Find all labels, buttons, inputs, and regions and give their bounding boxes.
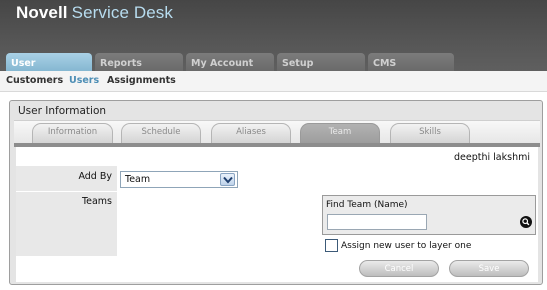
brand-secondary: Service Desk [71, 3, 173, 22]
add-by-label-cell: Add By [16, 166, 117, 191]
tab-aliases[interactable]: Aliases [211, 123, 291, 143]
panel-title: User Information [18, 105, 107, 117]
app-header: Novell Service Desk User Reports My Accou… [0, 0, 547, 71]
tab-team[interactable]: Team [300, 123, 380, 143]
search-icon[interactable] [520, 216, 532, 228]
find-team-label: Find Team (Name) [326, 200, 408, 210]
save-button[interactable]: Save [449, 260, 529, 277]
brand-primary: Novell [16, 3, 68, 22]
sub-navigation: Customers Users Assignments [0, 71, 547, 92]
find-team-box: Find Team (Name) [322, 195, 536, 235]
page: Novell Service Desk User Reports My Accou… [0, 0, 547, 290]
add-by-select[interactable]: Team [120, 171, 238, 188]
find-team-input[interactable] [327, 214, 427, 230]
subnav-users[interactable]: Users [69, 75, 99, 86]
cancel-button[interactable]: Cancel [359, 260, 439, 277]
nav-tab-user[interactable]: User [6, 53, 92, 71]
brand-logo: Novell Service Desk [16, 3, 173, 23]
team-form: deepthi lakshmi Add By Teams Team Find T… [16, 147, 538, 282]
tab-skills[interactable]: Skills [390, 123, 470, 143]
user-name: deepthi lakshmi [454, 152, 530, 163]
assign-layer-label: Assign new user to layer one [341, 241, 472, 251]
add-by-label: Add By [78, 171, 112, 182]
subnav-assignments[interactable]: Assignments [107, 75, 176, 86]
teams-label: Teams [81, 196, 112, 207]
tab-information[interactable]: Information [32, 123, 113, 143]
nav-tab-setup[interactable]: Setup [277, 53, 365, 71]
chevron-down-icon [223, 176, 233, 184]
teams-label-cell: Teams [16, 192, 117, 256]
add-by-selected-value: Team [125, 174, 151, 185]
user-information-panel: User Information Information Schedule Al… [9, 100, 543, 285]
nav-tab-cms[interactable]: CMS [368, 53, 454, 71]
subnav-customers[interactable]: Customers [6, 75, 63, 86]
tab-schedule[interactable]: Schedule [121, 123, 201, 143]
assign-layer-checkbox[interactable] [325, 239, 338, 252]
nav-tab-reports[interactable]: Reports [95, 53, 183, 71]
nav-tab-my-account[interactable]: My Account [186, 53, 274, 71]
dropdown-button[interactable] [220, 173, 235, 186]
